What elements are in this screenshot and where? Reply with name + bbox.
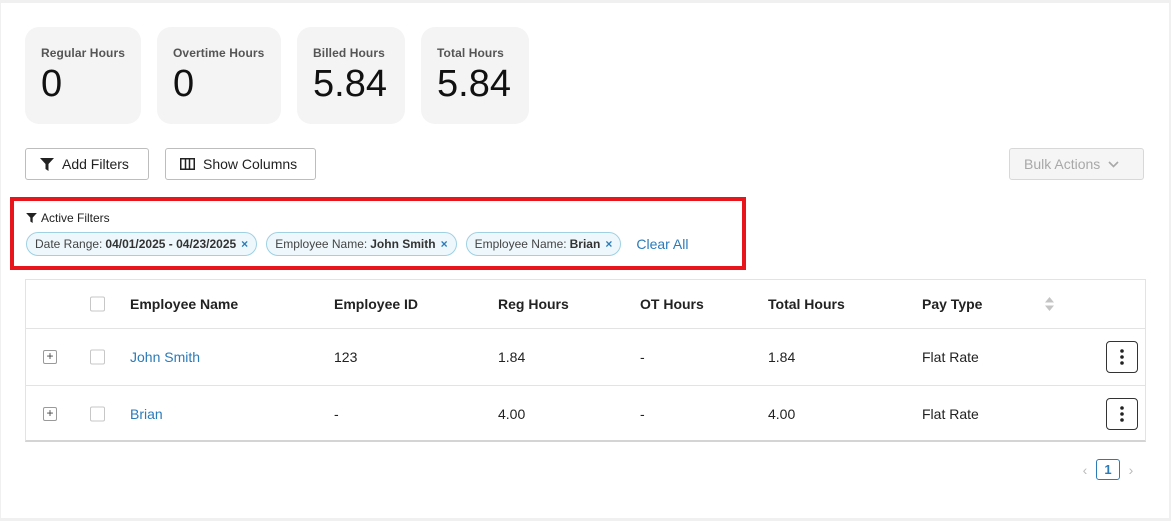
reg-hours-cell: 1.84 [498, 349, 526, 365]
more-vertical-icon [1120, 349, 1124, 365]
filter-chips: Date Range: 04/01/2025 - 04/23/2025 × Em… [26, 232, 688, 256]
chip-value: 04/01/2025 - 04/23/2025 [105, 237, 237, 251]
expand-row-icon[interactable]: + [43, 350, 57, 364]
stat-label: Total Hours [437, 46, 504, 60]
stat-value: 0 [173, 63, 195, 105]
pay-type-cell: Flat Rate [922, 406, 979, 422]
table-header: Employee Name Employee ID Reg Hours OT H… [26, 280, 1145, 329]
stat-label: Billed Hours [313, 46, 385, 60]
total-hours-cell: 1.84 [768, 349, 796, 365]
bulk-actions-label: Bulk Actions [1024, 156, 1101, 172]
expand-row-icon[interactable]: + [43, 407, 57, 421]
page-number-button[interactable]: 1 [1096, 459, 1120, 480]
column-header-employee-name[interactable]: Employee Name [130, 296, 238, 312]
add-filters-button[interactable]: Add Filters [25, 148, 149, 180]
filter-chip-employee-brian: Employee Name: Brian × [465, 232, 622, 256]
chip-value: Brian [569, 237, 601, 251]
column-header-ot-hours[interactable]: OT Hours [640, 296, 704, 312]
table-row: + John Smith 123 1.84 - 1.84 Flat Rate [26, 329, 1145, 386]
show-columns-button[interactable]: Show Columns [165, 148, 316, 180]
stat-value: 0 [41, 63, 63, 105]
employee-id-cell: 123 [334, 349, 358, 365]
pay-type-cell: Flat Rate [922, 349, 979, 365]
pagination: ‹ 1 › [1078, 459, 1138, 480]
row-checkbox[interactable] [90, 406, 105, 422]
stat-card-regular-hours: Regular Hours 0 [25, 27, 141, 124]
stat-label: Overtime Hours [173, 46, 265, 60]
sort-icon[interactable] [1045, 297, 1054, 311]
stat-card-overtime-hours: Overtime Hours 0 [157, 27, 281, 124]
show-columns-label: Show Columns [203, 156, 298, 172]
chip-key: Employee Name: [275, 237, 368, 251]
chip-key: Employee Name: [474, 237, 567, 251]
employee-name-link[interactable]: John Smith [130, 349, 200, 365]
remove-filter-icon[interactable]: × [241, 237, 248, 251]
ot-hours-cell: - [640, 349, 645, 365]
row-actions-button[interactable] [1106, 341, 1138, 373]
active-filters-title: Active Filters [26, 211, 110, 225]
stats-summary: Regular Hours 0 Overtime Hours 0 Billed … [25, 27, 545, 124]
bulk-actions-button[interactable]: Bulk Actions [1009, 148, 1144, 180]
column-header-employee-id[interactable]: Employee ID [334, 296, 418, 312]
filter-icon [26, 213, 37, 223]
stat-card-total-hours: Total Hours 5.84 [421, 27, 529, 124]
row-checkbox[interactable] [90, 349, 105, 365]
more-vertical-icon [1120, 406, 1124, 422]
chip-key: Date Range: [35, 237, 103, 251]
reg-hours-cell: 4.00 [498, 406, 526, 422]
active-filters-panel: Active Filters Date Range: 04/01/2025 - … [10, 197, 746, 270]
filter-chip-date-range: Date Range: 04/01/2025 - 04/23/2025 × [26, 232, 258, 256]
add-filters-label: Add Filters [62, 156, 129, 172]
column-header-pay-type[interactable]: Pay Type [922, 296, 982, 312]
active-filters-label: Active Filters [41, 211, 110, 225]
select-all-checkbox[interactable] [90, 296, 105, 312]
column-header-reg-hours[interactable]: Reg Hours [498, 296, 569, 312]
column-header-total-hours[interactable]: Total Hours [768, 296, 845, 312]
stat-value: 5.84 [313, 63, 387, 105]
columns-icon [180, 158, 195, 170]
filter-icon [40, 157, 54, 171]
stat-label: Regular Hours [41, 46, 125, 60]
chip-value: John Smith [370, 237, 436, 251]
remove-filter-icon[interactable]: × [441, 237, 448, 251]
prev-page-icon[interactable]: ‹ [1078, 462, 1092, 478]
chevron-down-icon [1108, 160, 1119, 168]
total-hours-cell: 4.00 [768, 406, 796, 422]
table-row: + Brian - 4.00 - 4.00 Flat Rate [26, 386, 1145, 442]
clear-all-link[interactable]: Clear All [636, 236, 688, 252]
stat-card-billed-hours: Billed Hours 5.84 [297, 27, 405, 124]
employee-name-link[interactable]: Brian [130, 406, 163, 422]
employee-id-cell: - [334, 406, 339, 422]
ot-hours-cell: - [640, 406, 645, 422]
stat-value: 5.84 [437, 63, 511, 105]
timesheet-table: Employee Name Employee ID Reg Hours OT H… [25, 279, 1146, 442]
filter-chip-employee-john-smith: Employee Name: John Smith × [266, 232, 457, 256]
page-content: Regular Hours 0 Overtime Hours 0 Billed … [1, 3, 1169, 518]
remove-filter-icon[interactable]: × [605, 237, 612, 251]
row-actions-button[interactable] [1106, 398, 1138, 430]
next-page-icon[interactable]: › [1124, 462, 1138, 478]
